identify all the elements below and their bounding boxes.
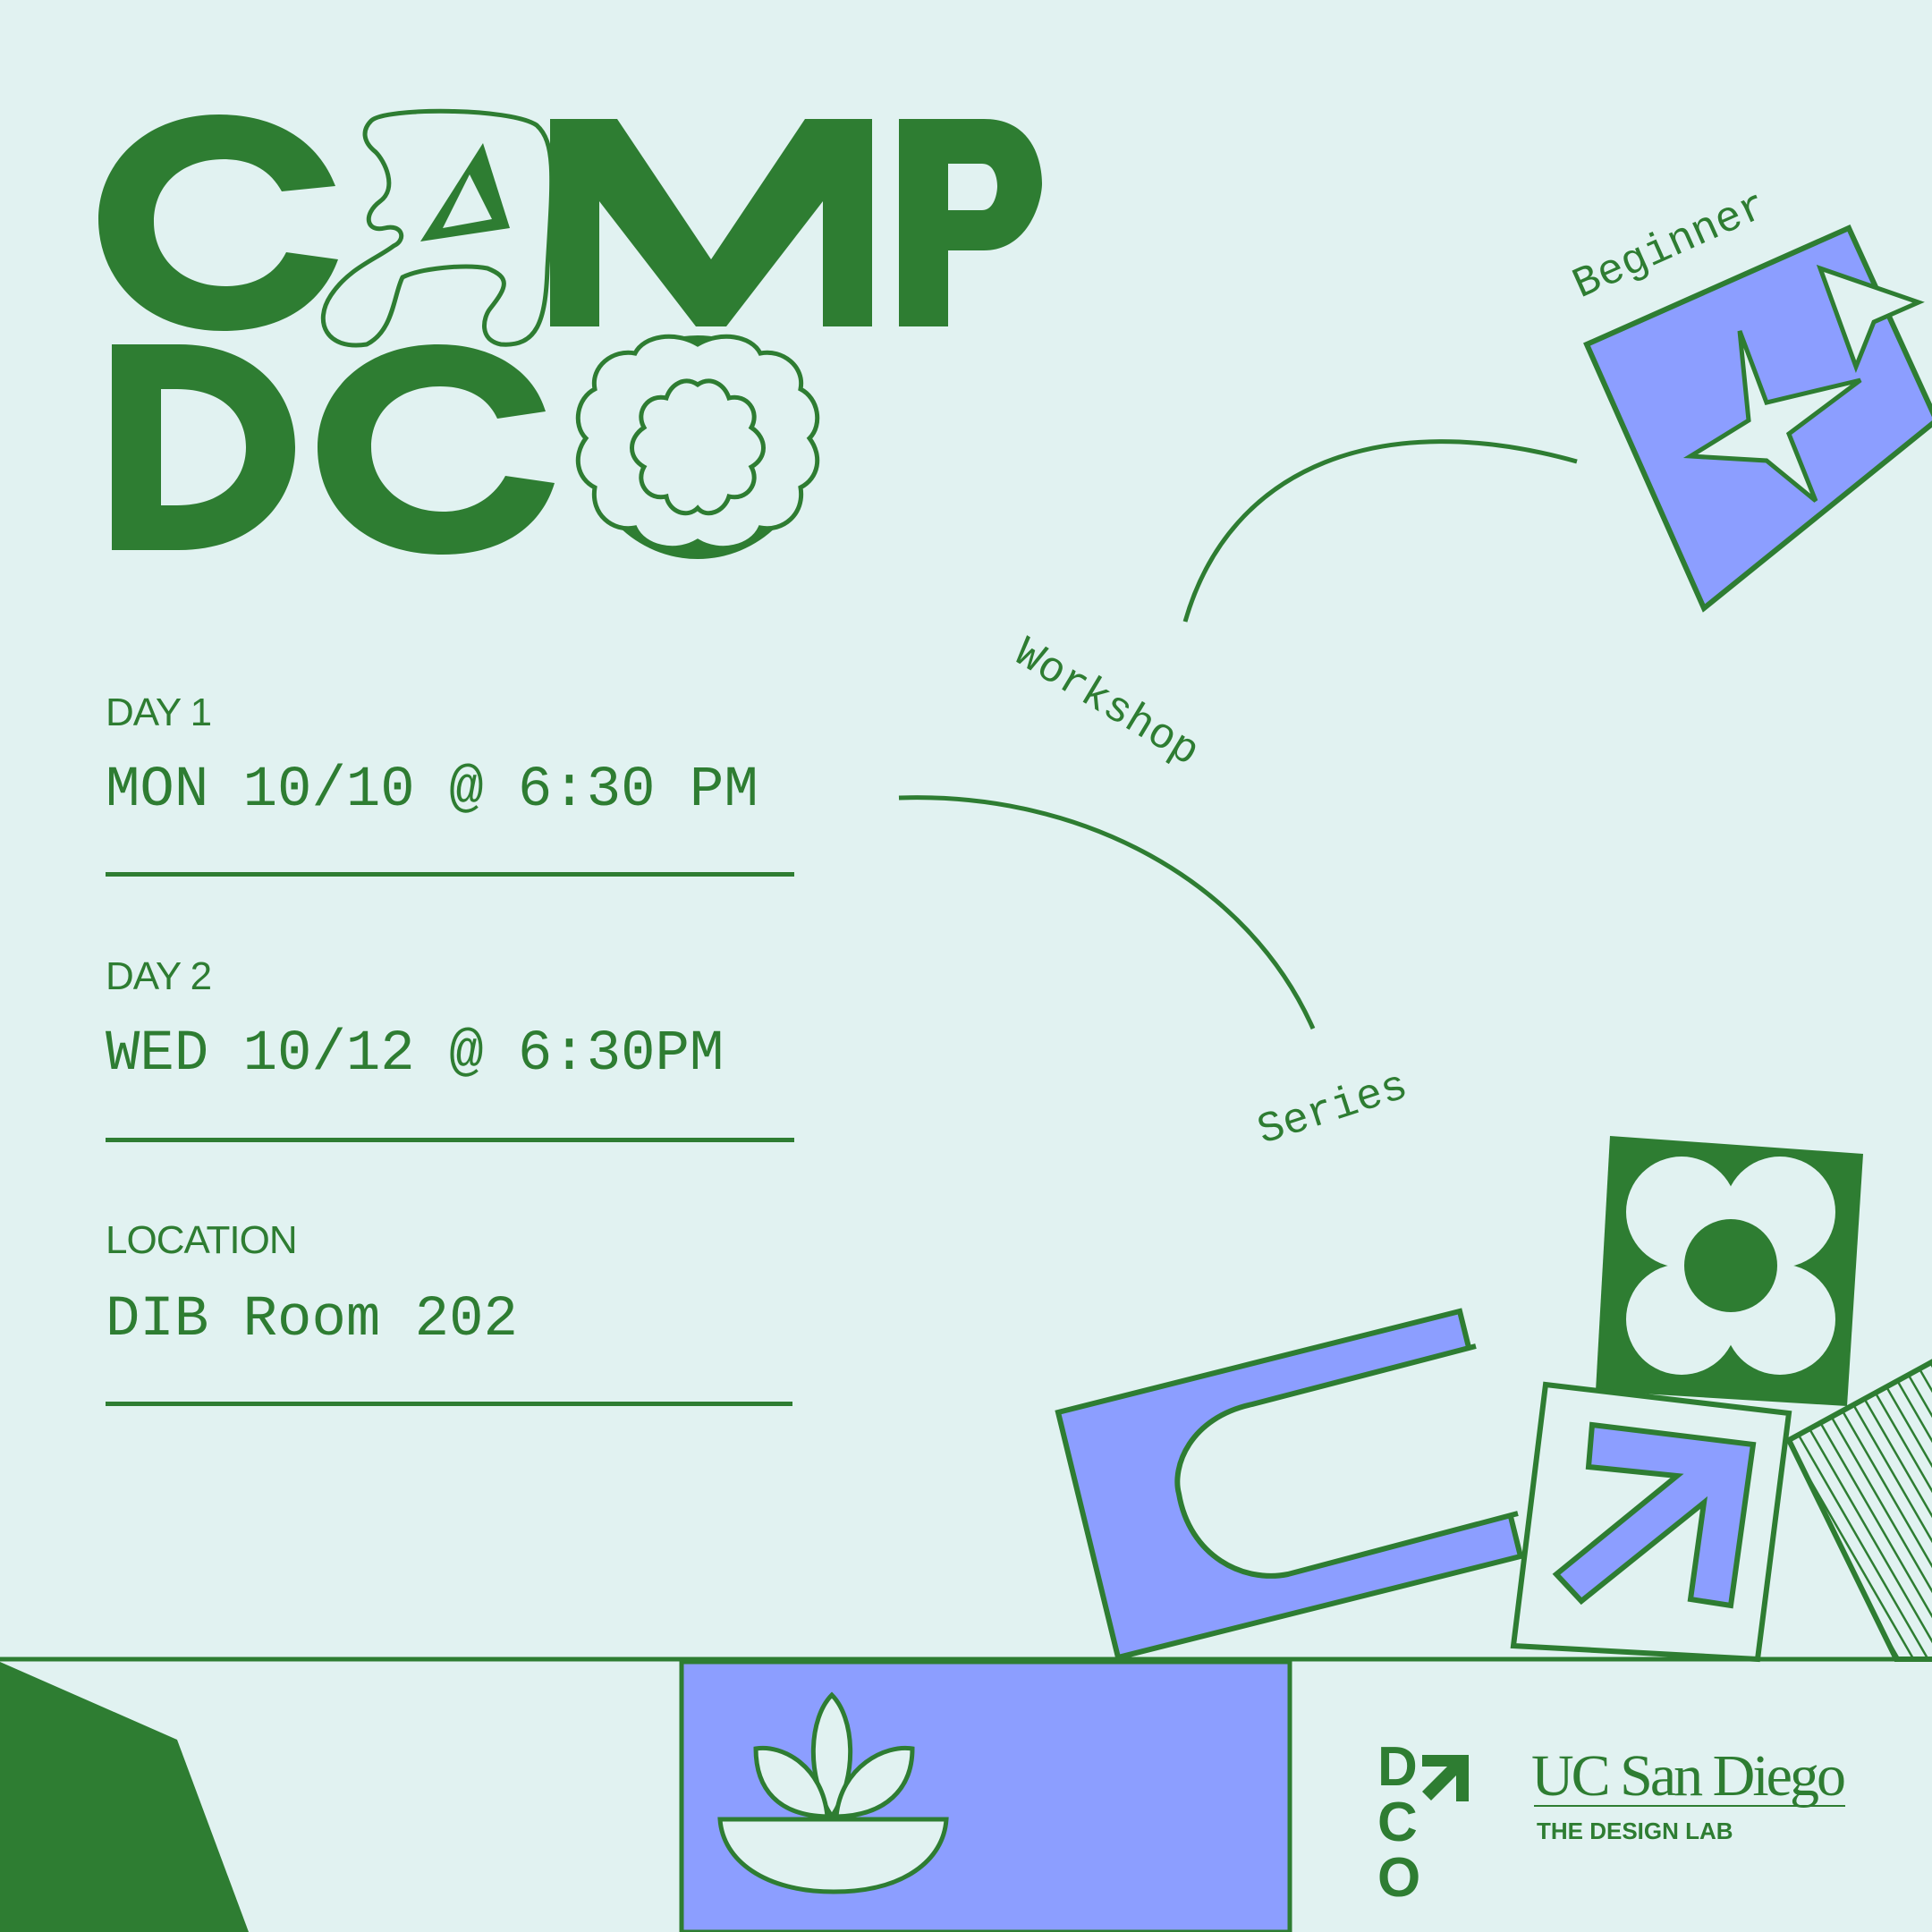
title-letter-c [98, 114, 338, 331]
dco-wordmark: DCO [1377, 1740, 1476, 1906]
ucsd-logo: UC San Diego [1531, 1743, 1846, 1809]
dco-wordmark-text: DCO [1377, 1736, 1427, 1909]
title-letter-p [899, 119, 1042, 326]
striped-card [1785, 1359, 1932, 1662]
pill-card [1055, 1308, 1524, 1661]
daisy-card [1596, 1136, 1863, 1406]
day2-label: DAY 2 [106, 954, 212, 998]
divider [106, 1138, 794, 1142]
curve-lower [898, 795, 1316, 1030]
corner-shape [0, 1662, 249, 1932]
title-letter-d [112, 344, 295, 550]
location-value: DIB Room 202 [106, 1288, 518, 1352]
title [98, 108, 1042, 559]
design-lab-text: THE DESIGN LAB [1537, 1818, 1733, 1844]
poster-artwork [0, 108, 1932, 1932]
day1-value: MON 10/10 @ 6:30 PM [106, 758, 758, 823]
title-letter-a [320, 108, 555, 348]
divider [106, 1402, 792, 1406]
poster: Workshop Series Beginner DAY 1 MON 10/10… [0, 0, 1932, 1932]
arrow-card [1510, 1381, 1792, 1663]
title-letter-o-flower [575, 334, 820, 559]
day2-value: WED 10/12 @ 6:30PM [106, 1022, 724, 1087]
location-label: LOCATION [106, 1218, 298, 1262]
divider [106, 872, 794, 877]
title-letter-c2 [318, 344, 555, 555]
day1-label: DAY 1 [106, 691, 212, 734]
title-letter-m [550, 119, 872, 326]
curve-upper [1182, 439, 1578, 623]
